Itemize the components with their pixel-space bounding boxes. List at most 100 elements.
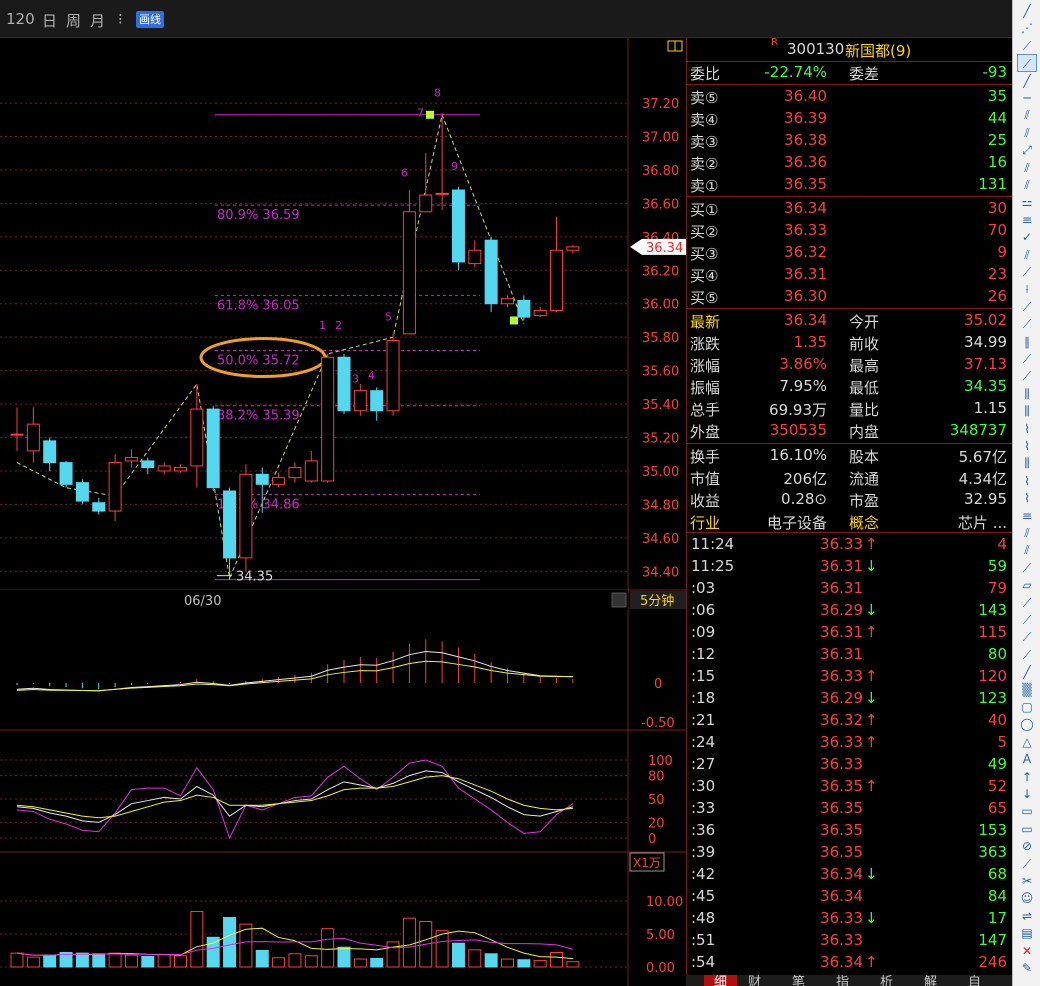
bid-row[interactable]: 买⑤ 36.30 26	[687, 285, 1013, 307]
bottom-tab[interactable]: 细	[704, 975, 738, 986]
candle-body[interactable]	[468, 249, 482, 265]
candle-body[interactable]	[239, 473, 253, 559]
drawing-tool-icon[interactable]: ▒	[1017, 681, 1037, 699]
drawing-tool-icon[interactable]: ⤢	[1017, 141, 1037, 159]
drawing-tool-icon[interactable]: ⫽	[1017, 176, 1037, 194]
candle-body[interactable]	[26, 423, 40, 452]
drawing-tool-icon[interactable]: ✂	[1017, 872, 1037, 890]
drawing-tool-icon[interactable]: ⟋	[1017, 263, 1037, 281]
candle-body[interactable]	[337, 356, 351, 412]
candle-body[interactable]	[108, 462, 122, 512]
bid-row[interactable]: 买③ 36.32 9	[687, 241, 1013, 263]
drawing-tool-icon[interactable]: ⚍	[1017, 193, 1037, 211]
candle-body[interactable]	[92, 502, 106, 512]
ask-row[interactable]: 卖③ 36.38 25	[687, 129, 1013, 151]
drawing-tool-icon[interactable]: ⫽	[1017, 541, 1037, 559]
candle-body[interactable]	[223, 490, 237, 559]
drawing-tool-icon[interactable]: ⟋	[1017, 559, 1037, 577]
candle-body[interactable]	[321, 356, 335, 482]
drawing-tool-icon[interactable]: ⟋	[1017, 37, 1037, 55]
drawing-tool-icon[interactable]: ✓	[1017, 228, 1037, 246]
candle-body[interactable]	[370, 390, 384, 412]
candle-body[interactable]	[10, 433, 24, 436]
drawing-tool-icon[interactable]: A	[1017, 750, 1037, 768]
candle-body[interactable]	[59, 462, 73, 485]
candle-body[interactable]	[451, 189, 465, 263]
scroll-button[interactable]	[611, 592, 627, 608]
ask-row[interactable]: 卖④ 36.39 44	[687, 107, 1013, 129]
drawing-tool-icon[interactable]: △	[1017, 733, 1037, 751]
period-week-button[interactable]: 周	[66, 10, 81, 31]
candle-body[interactable]	[304, 460, 318, 482]
chart-canvas[interactable]: 37.2037.0036.8036.6036.4036.2036.0035.80…	[0, 38, 686, 986]
fundamental-row[interactable]: 行业 电子设备 概念 芯片 ...	[687, 510, 1013, 532]
drawing-tool-icon[interactable]: ↓	[1017, 785, 1037, 803]
bid-row[interactable]: 买① 36.34 30	[687, 197, 1013, 219]
drawing-tool-icon[interactable]: ─	[1017, 89, 1037, 107]
bid-row[interactable]: 买② 36.33 70	[687, 219, 1013, 241]
menu-icon[interactable]: ⁝	[118, 10, 123, 28]
candle-body[interactable]	[190, 408, 204, 467]
candle-body[interactable]	[255, 473, 269, 485]
candle-body[interactable]	[75, 482, 89, 502]
candle-body[interactable]	[43, 440, 57, 464]
ask-row[interactable]: 卖① 36.35 131	[687, 173, 1013, 195]
drawing-tool-icon[interactable]: ⟋	[1017, 54, 1037, 73]
drawing-tool-icon[interactable]: ⫽	[1017, 124, 1037, 142]
drawing-tool-icon[interactable]: ⟊	[1017, 280, 1037, 298]
drawing-tool-icon[interactable]: ⫼	[1017, 454, 1037, 472]
drawing-tool-icon[interactable]: ≡	[1017, 507, 1037, 525]
drawing-tool-icon[interactable]: ╱	[1017, 72, 1037, 90]
drawing-tool-icon[interactable]: ▭	[1017, 820, 1037, 838]
bottom-tab[interactable]: 指	[836, 975, 849, 986]
drawing-tool-icon[interactable]: ⟋	[1017, 350, 1037, 368]
bottom-tab[interactable]: 笔	[792, 975, 805, 986]
drawing-tool-icon[interactable]: ⫼	[1017, 402, 1037, 420]
period-day-button[interactable]: 日	[42, 10, 57, 31]
candle-body[interactable]	[157, 465, 171, 472]
candle-body[interactable]	[124, 457, 138, 462]
drawing-tool-icon[interactable]: ⫽	[1017, 106, 1037, 124]
period-month-button[interactable]: 月	[90, 10, 105, 31]
candle-body[interactable]	[517, 299, 531, 318]
drawing-tool-icon[interactable]: ⌇	[1017, 437, 1037, 455]
drawing-tool-icon[interactable]: ╱	[1017, 2, 1037, 20]
draw-line-button[interactable]: 画线	[136, 11, 164, 28]
drawing-tool-icon[interactable]: ◯	[1017, 715, 1037, 733]
candle-body[interactable]	[353, 390, 367, 412]
candle-body[interactable]	[402, 211, 416, 335]
drawing-tool-icon[interactable]: ⟋	[1017, 628, 1037, 646]
drawing-tool-icon[interactable]: ⌇	[1017, 472, 1037, 490]
drawing-tool-icon[interactable]: ⟋	[1017, 315, 1037, 333]
drawing-tool-icon[interactable]: ⫽	[1017, 246, 1037, 264]
drawing-tool-icon[interactable]: ⟋	[1017, 298, 1037, 316]
drawing-tool-icon[interactable]: ⟋	[1017, 367, 1037, 385]
candle-body[interactable]	[288, 467, 302, 479]
drawing-tool-icon[interactable]: ⋰	[1017, 19, 1037, 37]
candle-body[interactable]	[206, 408, 220, 489]
ask-row[interactable]: 卖② 36.36 16	[687, 151, 1013, 173]
drawing-tool-icon[interactable]: ▱	[1017, 576, 1037, 594]
kline-chart[interactable]: 37.20 37.00 36.80 36.60 36.40 36.20 36.00 35.80…	[0, 38, 686, 986]
drawing-tool-icon[interactable]: ⫼	[1017, 385, 1037, 403]
bottom-tab[interactable]: 解	[924, 975, 937, 986]
drawing-tool-icon[interactable]: ✕	[1017, 942, 1037, 960]
drawing-tool-icon[interactable]: ▢	[1017, 698, 1037, 716]
candle-body[interactable]	[550, 249, 564, 311]
candle-body[interactable]	[501, 298, 514, 305]
drawing-tool-icon[interactable]: ≡	[1017, 211, 1037, 229]
ask-row[interactable]: 卖⑤ 36.40 35	[687, 85, 1013, 107]
drawing-tool-icon[interactable]: ▤	[1017, 924, 1037, 942]
drawing-tool-icon[interactable]: ↑	[1017, 768, 1037, 786]
bottom-tab[interactable]: 析	[880, 975, 893, 986]
candle-body[interactable]	[386, 340, 400, 412]
candle-body[interactable]	[419, 194, 433, 213]
drawing-tool-icon[interactable]: ⟋	[1017, 611, 1037, 629]
drawing-tool-icon[interactable]: ∥	[1017, 333, 1037, 351]
drawing-tool-icon[interactable]: ⟋	[1017, 855, 1037, 873]
drawing-tool-icon[interactable]: ⊘	[1017, 837, 1037, 855]
drawing-tool-icon[interactable]: ✎	[1017, 959, 1037, 977]
drawing-tool-icon[interactable]: ⌇	[1017, 489, 1037, 507]
candle-body[interactable]	[141, 460, 155, 469]
candle-body[interactable]	[174, 467, 187, 472]
